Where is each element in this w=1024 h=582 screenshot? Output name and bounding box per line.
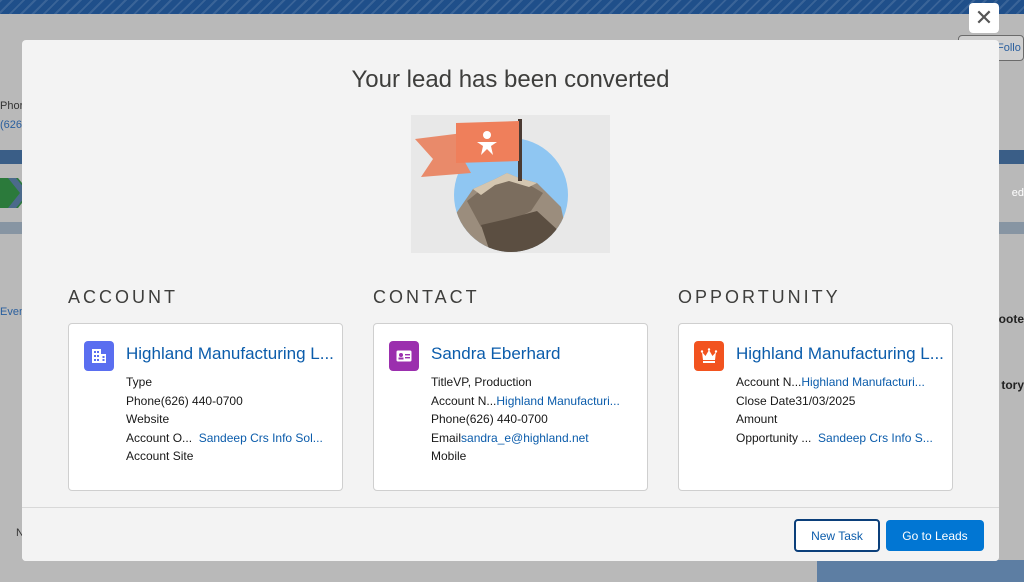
field-label: Account N... [736,375,802,389]
field-value: (626) 440-0700 [160,393,243,408]
account-website-field: Website [126,410,336,429]
field-label: Type [126,375,153,389]
go-to-leads-button[interactable]: Go to Leads [886,520,984,551]
contact-card: Sandra Eberhard TitleVP, Production Acco… [373,323,648,491]
opportunity-section-heading: OPPORTUNITY [678,287,841,307]
contact-phone-field: Phone(626) 440-0700 [431,410,641,429]
background-heading: tory [1001,378,1024,392]
field-label: Account Site [126,449,194,464]
background-status: ed [1011,187,1024,199]
summit-flag-illustration [411,115,610,253]
account-name-link[interactable]: Highland Manufacturing L... [126,344,338,364]
lead-converted-modal: Your lead has been converted ACCOUNT CON… [22,40,999,561]
mountain-flag-icon [415,119,568,252]
field-label: Phone [126,393,161,408]
background-phone-label: Phor [0,100,24,112]
contact-account-link[interactable]: Highland Manufacturi... [496,394,619,408]
contact-email-link[interactable]: sandra_e@highland.net [461,431,589,445]
field-value: (626) 440-0700 [465,412,548,427]
field-label: Opportunity ... [736,430,812,445]
field-value: VP, Production [453,375,532,389]
opportunity-account-field: Account N...Highland Manufacturi... [736,373,946,392]
field-label: Close Date [736,393,796,408]
close-modal-button[interactable]: ✕ [969,3,999,33]
modal-title: Your lead has been converted [351,66,670,93]
opportunity-name-link[interactable]: Highland Manufacturing L... [736,344,948,364]
close-icon: ✕ [974,5,994,30]
account-owner-link[interactable]: Sandeep Crs Info Sol... [199,431,323,445]
contact-title-field: TitleVP, Production [431,373,641,392]
field-label: Amount [736,412,778,427]
contact-card-icon [389,341,419,371]
background-heading: oote [998,312,1024,326]
contact-email-field: Emailsandra_e@highland.net [431,429,641,448]
account-owner-field: Account O... Sandeep Crs Info Sol... [126,429,336,448]
background-header-bar [0,0,1024,14]
opportunity-owner-field: Opportunity ... Sandeep Crs Info S... [736,429,946,448]
opportunity-account-link[interactable]: Highland Manufacturi... [801,375,924,389]
field-value: 31/03/2025 [795,393,856,408]
background-panel [817,560,1024,582]
field-label: Account N... [431,393,497,408]
opportunity-crown-icon [694,341,724,371]
account-fields: Type Phone(626) 440-0700 Website Account… [126,373,336,466]
field-label: Email [431,430,462,445]
field-label: Account O... [126,430,193,445]
account-type-field: Type [126,373,336,392]
opportunity-owner-link[interactable]: Sandeep Crs Info S... [818,431,933,445]
account-site-field: Account Site [126,447,336,466]
contact-account-field: Account N...Highland Manufacturi... [431,392,641,411]
background-phone-value: (626 [0,119,23,131]
field-label: Title [431,375,454,389]
opportunity-fields: Account N...Highland Manufacturi... Clos… [736,373,946,447]
field-label: Mobile [431,449,467,464]
contact-section-heading: CONTACT [373,287,480,307]
opportunity-card: Highland Manufacturing L... Account N...… [678,323,953,491]
field-label: Website [126,412,170,427]
contact-name-link[interactable]: Sandra Eberhard [431,344,643,364]
contact-fields: TitleVP, Production Account N...Highland… [431,373,641,466]
new-task-button[interactable]: New Task [794,519,880,552]
field-label: Phone [431,412,466,427]
contact-mobile-field: Mobile [431,447,641,466]
account-card: Highland Manufacturing L... Type Phone(6… [68,323,343,491]
account-phone-field: Phone(626) 440-0700 [126,392,336,411]
opportunity-amount-field: Amount [736,410,946,429]
opportunity-close-date-field: Close Date31/03/2025 [736,392,946,411]
account-section-heading: ACCOUNT [68,287,178,307]
modal-footer: New Task Go to Leads [22,507,999,561]
account-building-icon [84,341,114,371]
